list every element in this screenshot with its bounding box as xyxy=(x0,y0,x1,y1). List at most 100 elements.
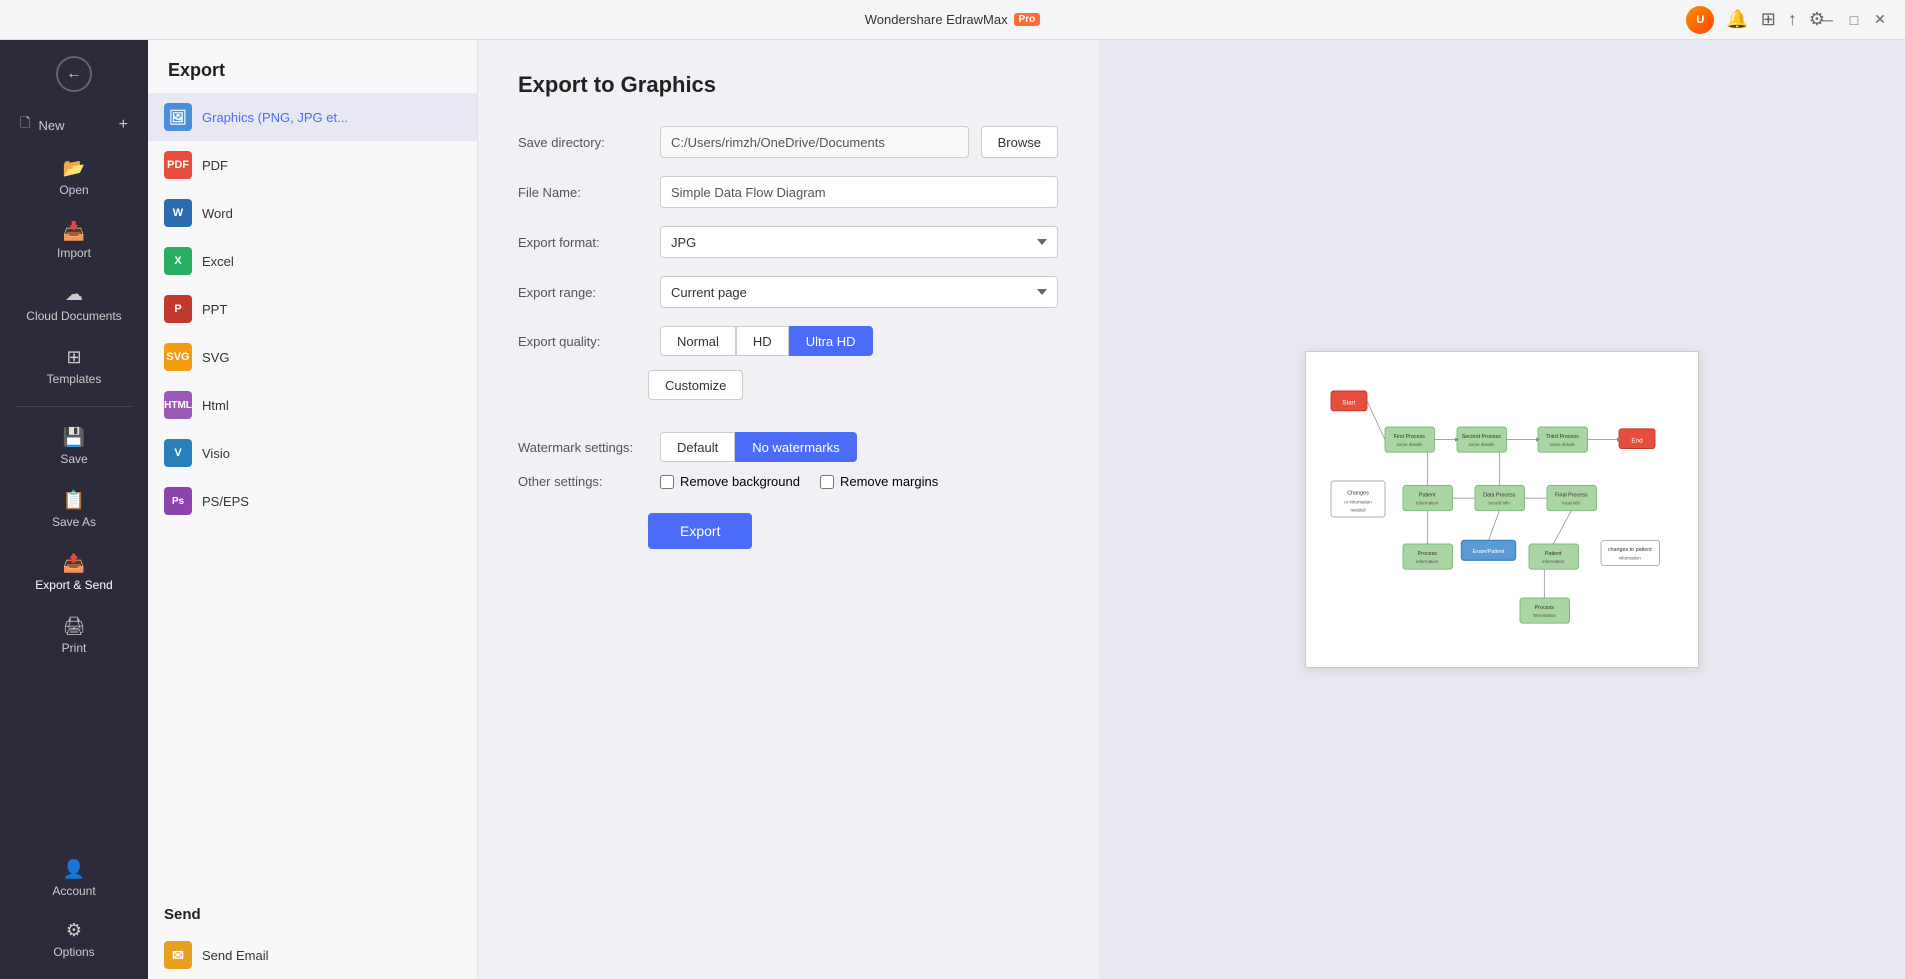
export-format-select[interactable]: JPG PNG BMP SVG xyxy=(660,226,1058,258)
remove-margins-option[interactable]: Remove margins xyxy=(820,474,938,489)
browse-button[interactable]: Browse xyxy=(981,126,1058,158)
watermark-buttons: Default No watermarks xyxy=(660,432,857,462)
user-avatar[interactable]: U xyxy=(1686,6,1714,34)
svg-text:Patient: Patient xyxy=(1544,551,1561,557)
sidebar-item-open[interactable]: 📂 Open xyxy=(8,148,140,207)
file-name-input[interactable] xyxy=(660,176,1058,208)
app-title: Wondershare EdrawMax xyxy=(865,12,1008,27)
svg-text:or information: or information xyxy=(1344,500,1372,505)
share-icon[interactable]: ↑ xyxy=(1788,9,1797,30)
watermark-none-button[interactable]: No watermarks xyxy=(735,432,856,462)
other-settings-row: Other settings: Remove background Remove… xyxy=(518,474,1058,489)
customize-row: Customize xyxy=(518,366,1058,416)
minimize-button[interactable]: ─ xyxy=(1819,11,1837,29)
html-label: Html xyxy=(202,398,229,413)
titlebar-title: Wondershare EdrawMax Pro xyxy=(865,12,1041,27)
sidebar-item-templates[interactable]: ⊞ Templates xyxy=(8,337,140,396)
save-icon: 💾 xyxy=(63,427,85,448)
sidebar-item-saveas[interactable]: 📋 Save As xyxy=(8,480,140,539)
remove-margins-checkbox[interactable] xyxy=(820,475,834,489)
options-label: Options xyxy=(53,945,94,959)
new-label: New xyxy=(38,118,64,133)
sidebar-item-export[interactable]: 📤 Export & Send xyxy=(8,543,140,602)
sidebar-item-options[interactable]: ⚙ Options xyxy=(8,910,140,969)
remove-background-option[interactable]: Remove background xyxy=(660,474,800,489)
export-item-ppt[interactable]: P PPT xyxy=(148,285,477,333)
svg-text:Changes: Changes xyxy=(1347,491,1369,497)
diagram-preview: Start First Process some details Second … xyxy=(1305,351,1699,668)
remove-background-checkbox[interactable] xyxy=(660,475,674,489)
word-label: Word xyxy=(202,206,233,221)
saveas-icon: 📋 xyxy=(63,490,85,511)
sidebar-item-new[interactable]: 🗋 New + xyxy=(8,106,140,144)
pdf-label: PDF xyxy=(202,158,228,173)
svg-text:local info: local info xyxy=(1562,500,1580,505)
new-plus-icon: + xyxy=(119,116,128,134)
titlebar-right-icons: U 🔔 ⊞ ↑ ⚙ xyxy=(1686,6,1825,34)
export-quality-label: Export quality: xyxy=(518,334,648,349)
export-item-word[interactable]: W Word xyxy=(148,189,477,237)
svg-text:some details: some details xyxy=(1396,442,1422,447)
export-item-ps[interactable]: Ps PS/EPS xyxy=(148,477,477,525)
export-item-excel[interactable]: X Excel xyxy=(148,237,477,285)
titlebar: Wondershare EdrawMax Pro U 🔔 ⊞ ↑ ⚙ ─ □ ✕ xyxy=(0,0,1905,40)
svg-text:information: information xyxy=(1416,500,1439,505)
notification-icon[interactable]: 🔔 xyxy=(1726,9,1748,30)
export-item-pdf[interactable]: PDF PDF xyxy=(148,141,477,189)
close-button[interactable]: ✕ xyxy=(1871,11,1889,29)
sidebar-item-account[interactable]: 👤 Account xyxy=(8,849,140,908)
svg-text:Exam/Patient: Exam/Patient xyxy=(1472,549,1504,555)
maximize-button[interactable]: □ xyxy=(1845,11,1863,29)
export-header: Export xyxy=(148,40,477,93)
export-quality-row: Export quality: Normal HD Ultra HD xyxy=(518,326,1058,356)
ps-icon: Ps xyxy=(164,487,192,515)
watermark-default-button[interactable]: Default xyxy=(660,432,735,462)
export-item-visio[interactable]: V Visio xyxy=(148,429,477,477)
templates-label: Templates xyxy=(47,372,102,386)
sidebar-divider xyxy=(16,406,132,407)
other-settings-label: Other settings: xyxy=(518,474,648,489)
save-directory-input[interactable] xyxy=(660,126,969,158)
export-item-svg[interactable]: SVG SVG xyxy=(148,333,477,381)
export-format-row: Export format: JPG PNG BMP SVG xyxy=(518,226,1058,258)
word-icon: W xyxy=(164,199,192,227)
cloud-label: Cloud Documents xyxy=(26,309,121,323)
excel-icon: X xyxy=(164,247,192,275)
export-label: Export & Send xyxy=(35,578,112,592)
apps-icon[interactable]: ⊞ xyxy=(1761,9,1776,30)
import-label: Import xyxy=(57,246,91,260)
graphics-label: Graphics (PNG, JPG et... xyxy=(202,110,348,125)
export-range-select[interactable]: Current page All pages Selected objects xyxy=(660,276,1058,308)
export-format-label: Export format: xyxy=(518,235,648,250)
send-email-item[interactable]: ✉ Send Email xyxy=(148,931,477,979)
customize-button[interactable]: Customize xyxy=(648,370,743,400)
graphics-icon: 🖼 xyxy=(164,103,192,131)
ppt-label: PPT xyxy=(202,302,227,317)
sidebar-item-save[interactable]: 💾 Save xyxy=(8,417,140,476)
visio-label: Visio xyxy=(202,446,230,461)
back-button[interactable]: ← xyxy=(56,56,92,92)
export-range-row: Export range: Current page All pages Sel… xyxy=(518,276,1058,308)
other-settings-options: Remove background Remove margins xyxy=(660,474,1058,489)
export-icon: 📤 xyxy=(63,553,85,574)
window-controls: ─ □ ✕ xyxy=(1819,11,1889,29)
svg-text:information: information xyxy=(1618,555,1641,560)
svg-text:Patient: Patient xyxy=(1418,492,1435,498)
pdf-icon: PDF xyxy=(164,151,192,179)
export-button[interactable]: Export xyxy=(648,513,752,549)
sidebar-item-import[interactable]: 📥 Import xyxy=(8,211,140,270)
svg-label: SVG xyxy=(202,350,229,365)
quality-ultrahd-button[interactable]: Ultra HD xyxy=(789,326,873,356)
sidebar-item-cloud[interactable]: ☁ Cloud Documents xyxy=(8,274,140,333)
svg-text:Final Process: Final Process xyxy=(1555,492,1588,498)
excel-label: Excel xyxy=(202,254,234,269)
quality-normal-button[interactable]: Normal xyxy=(660,326,736,356)
ppt-icon: P xyxy=(164,295,192,323)
export-item-html[interactable]: HTML Html xyxy=(148,381,477,429)
quality-hd-button[interactable]: HD xyxy=(736,326,789,356)
svg-text:Data Process: Data Process xyxy=(1483,492,1516,498)
export-item-graphics[interactable]: 🖼 Graphics (PNG, JPG et... xyxy=(148,93,477,141)
svg-text:changes to patient: changes to patient xyxy=(1607,547,1651,553)
watermark-label: Watermark settings: xyxy=(518,440,648,455)
sidebar-item-print[interactable]: 🖨 Print xyxy=(8,606,140,665)
